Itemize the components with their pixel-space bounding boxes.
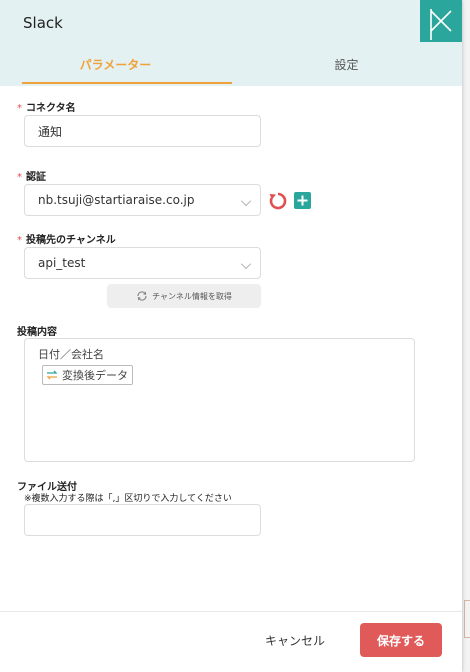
auth-label-text: 認証	[26, 172, 46, 183]
post-content-text: 日付／会社名	[38, 348, 104, 361]
required-mark: *	[17, 103, 22, 114]
dialog-title: Slack	[23, 14, 63, 32]
save-button[interactable]: 保存する	[360, 623, 442, 657]
connector-name-label-text: コネクタ名	[26, 103, 76, 114]
add-auth-button[interactable]	[294, 192, 311, 209]
refresh-auth-button[interactable]	[268, 191, 288, 211]
tab-settings[interactable]: 設定	[231, 43, 462, 86]
fetch-channel-info-button[interactable]: チャンネル情報を取得	[107, 284, 261, 308]
fetch-channel-label: チャンネル情報を取得	[152, 291, 232, 301]
active-tab-indicator	[22, 82, 232, 84]
required-mark: *	[17, 235, 22, 246]
convert-icon	[46, 370, 58, 380]
close-button[interactable]	[420, 0, 462, 42]
channel-selected-value: api_test	[38, 256, 86, 270]
slack-connector-dialog: Slack パラメーター 設定 * コネクタ名 通知 * 認証 nb.tsuji@s…	[0, 0, 462, 672]
file-send-hint: ※複数入力する際は「,」区切りで入力してください	[24, 494, 232, 504]
required-mark: *	[17, 172, 22, 183]
chevron-down-icon	[240, 195, 252, 207]
tab-parameters[interactable]: パラメーター	[0, 43, 231, 86]
connector-name-value: 通知	[38, 124, 63, 139]
auth-label: * 認証	[17, 168, 46, 183]
auth-select[interactable]: nb.tsuji@startiaraise.co.jp	[24, 184, 261, 216]
connector-name-input[interactable]: 通知	[24, 115, 261, 147]
background-edge	[462, 0, 470, 672]
cancel-button[interactable]: キャンセル	[250, 623, 340, 657]
refresh-icon	[269, 192, 287, 210]
post-content-label: 投稿内容	[17, 327, 57, 338]
file-send-input[interactable]	[24, 504, 261, 536]
channel-label: * 投稿先のチャンネル	[17, 231, 116, 246]
footer-divider	[0, 611, 462, 612]
close-x-icon	[430, 9, 452, 40]
converted-data-chip[interactable]: 変換後データ	[42, 365, 133, 385]
background-decoration	[464, 600, 470, 638]
dialog-header: Slack パラメーター 設定	[0, 0, 462, 86]
chevron-down-icon	[240, 258, 252, 270]
auth-selected-value: nb.tsuji@startiaraise.co.jp	[38, 193, 195, 207]
channel-select[interactable]: api_test	[24, 247, 261, 279]
channel-label-text: 投稿先のチャンネル	[26, 235, 116, 246]
post-content-editor[interactable]: 日付／会社名 変換後データ	[24, 338, 415, 462]
sync-icon	[137, 291, 147, 301]
converted-data-chip-label: 変換後データ	[62, 369, 128, 382]
plus-icon	[297, 195, 308, 206]
connector-name-label: * コネクタ名	[17, 99, 76, 114]
